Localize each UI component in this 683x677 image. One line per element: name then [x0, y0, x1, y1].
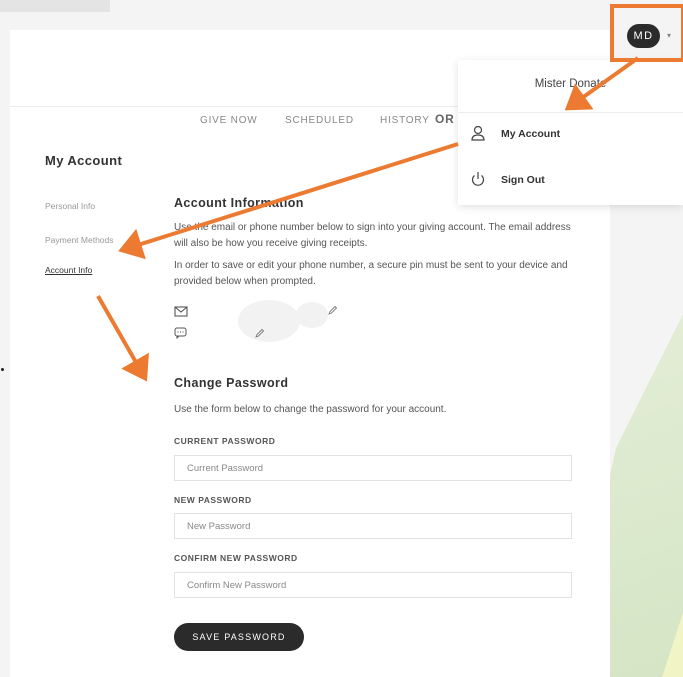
sidebar-item-account-info[interactable]: Account Info [45, 265, 92, 275]
current-password-input[interactable] [174, 455, 572, 481]
user-name: Mister Donate [534, 78, 607, 90]
account-info-pin-text: In order to save or edit your phone numb… [174, 260, 568, 287]
current-password-label: CURRENT PASSWORD [174, 436, 276, 446]
user-menu-dropdown: Mister Donate My Account Sign Out [458, 60, 683, 205]
page-title: My Account [45, 153, 123, 168]
redacted-email [296, 302, 328, 328]
sidebar-item-personal-info[interactable]: Personal Info [45, 201, 95, 211]
power-icon [471, 172, 485, 186]
user-icon [471, 125, 485, 141]
nav-scheduled[interactable]: SCHEDULED [285, 115, 354, 126]
stray-dot [1, 368, 4, 371]
menu-item-label: My Account [501, 128, 561, 140]
menu-item-sign-out[interactable]: Sign Out [458, 164, 683, 200]
redacted-email [238, 300, 300, 342]
annotation-highlight-box [610, 4, 683, 62]
chat-icon [174, 327, 187, 339]
menu-item-label: Sign Out [501, 174, 545, 186]
new-password-input[interactable] [174, 513, 572, 539]
divider [458, 112, 683, 113]
top-edge-strip [0, 0, 110, 12]
account-info-text: Use the email or phone number below to s… [174, 222, 571, 249]
sidebar-item-payment-methods[interactable]: Payment Methods [45, 235, 114, 245]
account-info-heading: Account Information [174, 196, 304, 210]
nav-history[interactable]: HISTORY [380, 115, 430, 126]
change-password-description: Use the form below to change the passwor… [174, 404, 447, 415]
menu-item-my-account[interactable]: My Account [458, 118, 683, 154]
save-password-button[interactable]: SAVE PASSWORD [174, 623, 304, 651]
new-password-label: NEW PASSWORD [174, 495, 252, 505]
nav-partial[interactable]: OR [435, 112, 455, 126]
pencil-icon[interactable] [254, 328, 265, 339]
nav-give-now[interactable]: GIVE NOW [200, 115, 258, 126]
mail-icon [174, 306, 188, 317]
confirm-password-label: CONFIRM NEW PASSWORD [174, 553, 298, 563]
pencil-icon[interactable] [327, 305, 338, 316]
change-password-heading: Change Password [174, 376, 289, 390]
confirm-password-input[interactable] [174, 572, 572, 598]
